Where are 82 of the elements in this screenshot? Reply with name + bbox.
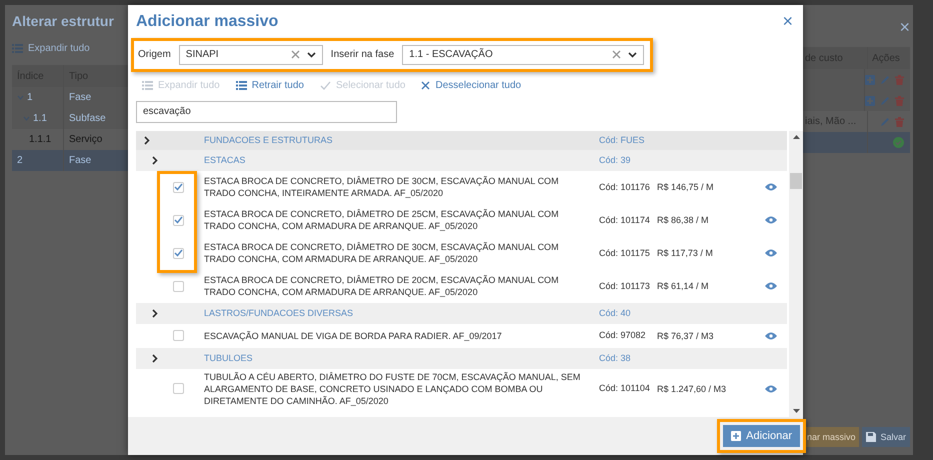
close-icon bbox=[421, 81, 430, 90]
eye-icon[interactable] bbox=[765, 332, 777, 340]
eye-icon[interactable] bbox=[765, 249, 777, 257]
chevron-down-icon[interactable] bbox=[306, 52, 316, 58]
checkbox[interactable] bbox=[173, 330, 184, 341]
close-button[interactable]: × bbox=[899, 11, 910, 43]
item-price: R$ 76,37 / M3 bbox=[657, 330, 715, 340]
chevron-right-icon[interactable] bbox=[152, 354, 158, 362]
close-button[interactable]: × bbox=[782, 11, 793, 32]
item-price: R$ 146,75 / M bbox=[657, 182, 715, 192]
eye-icon[interactable] bbox=[765, 183, 777, 191]
group-label: ESTACAS bbox=[204, 155, 246, 165]
item-description: ESTACA BROCA DE CONCRETO, DIÂMETRO DE 20CM, ESCAVAÇÃO MANUAL COM TRADO CONCHA, COM ARMADURA DE ARRANQUE. AF_05/2020 bbox=[204, 274, 560, 298]
list-icon bbox=[142, 81, 153, 90]
chevron-right-icon[interactable] bbox=[152, 156, 158, 164]
group-label: LASTROS/FUNDACOES DIVERSAS bbox=[204, 308, 354, 318]
item-code: Cód: 101104 bbox=[599, 382, 651, 395]
item-code: Cód: 101173 bbox=[599, 280, 651, 292]
chevron-right-icon[interactable] bbox=[152, 308, 158, 318]
checkbox[interactable] bbox=[173, 280, 184, 292]
item-code: Cód: 101174 bbox=[599, 214, 651, 226]
item-description: ESTACA BROCA DE CONCRETO, DIÂMETRO DE 30CM, ESCAVAÇÃO MANUAL COM TRADO CONCHA, INTEIRAMENTE ARMADA. AF_05/2020 bbox=[204, 175, 560, 199]
checkbox[interactable] bbox=[173, 248, 184, 258]
checkbox[interactable] bbox=[173, 214, 184, 226]
scroll-up-icon[interactable] bbox=[792, 134, 800, 138]
checkbox[interactable] bbox=[173, 182, 184, 192]
clear-icon bbox=[612, 50, 621, 60]
add-button[interactable]: Adicionar bbox=[723, 425, 800, 448]
select-field[interactable]: SINAPI bbox=[178, 44, 323, 65]
toolbar-button[interactable]: Desselecionar tudo bbox=[421, 80, 522, 92]
item-code: Cód: 97082 bbox=[599, 329, 647, 342]
group-row[interactable]: TUBULOES Cód: 38 bbox=[136, 348, 787, 368]
item-description: TUBULÃO A CÉU ABERTO, DIÂMETRO DO FUSTE DE 70CM, ESCAVAÇÃO MANUAL, SEM ALARGAMENTO DE BASE, CONCRETO USINADO E LANÇADO COM BOMBA OU DIRETAMENTE DO CAMINHÃO. AF_05/2020 bbox=[204, 370, 582, 406]
group-row[interactable]: LASTROS/FUNDACOES DIVERSAS Cód: 40 bbox=[136, 302, 787, 324]
scroll-down-icon[interactable] bbox=[792, 409, 800, 414]
eye-icon[interactable] bbox=[765, 384, 777, 392]
dialog-title: Adicionar massivo bbox=[136, 12, 278, 31]
select-field[interactable]: 1.1 - ESCAVAÇÃO bbox=[402, 44, 644, 65]
group-code: Cód: 38 bbox=[599, 353, 632, 363]
plus-square-icon bbox=[731, 431, 742, 442]
item-code: Cód: 101176 bbox=[599, 180, 651, 194]
expand-all-link[interactable]: Expandir tudo bbox=[28, 42, 90, 54]
type-cell-text: Subfase bbox=[68, 112, 107, 126]
item-description: ESTACA BROCA DE CONCRETO, DIÂMETRO DE 30CM, ESCAVAÇÃO MANUAL COM TRADO CONCHA, COM ARMADURA DE ARRANQUE. AF_05/2020 bbox=[204, 241, 560, 265]
eye-icon[interactable] bbox=[765, 216, 777, 224]
list-icon bbox=[236, 81, 247, 90]
item-description: ESTACA BROCA DE CONCRETO, DIÂMETRO DE 25CM, ESCAVAÇÃO MANUAL COM TRADO CONCHA, COM ARMADURA DE ARRANQUE. AF_05/2020 bbox=[204, 208, 560, 232]
clear-icon bbox=[290, 50, 300, 60]
type-cell-text: Serviço bbox=[68, 133, 104, 147]
type-cell-text: Fase bbox=[68, 154, 92, 168]
item-price: R$ 117,73 / M bbox=[657, 248, 714, 258]
group-code: Cód: FUES bbox=[599, 135, 646, 145]
checkbox[interactable] bbox=[173, 383, 184, 394]
scroll-thumb[interactable] bbox=[790, 172, 802, 188]
search-field[interactable]: escavação bbox=[136, 100, 397, 122]
index-cell: 2 bbox=[17, 155, 23, 166]
group-code: Cód: 40 bbox=[599, 308, 632, 318]
field-label: Origem bbox=[138, 49, 171, 60]
chevron-down-icon[interactable] bbox=[628, 52, 637, 58]
group-row[interactable]: ESTACAS Cód: 39 bbox=[136, 150, 787, 170]
item-price: R$ 1.247,60 / M3 bbox=[657, 384, 728, 394]
type-cell-text: Fase bbox=[68, 91, 92, 105]
check-icon bbox=[320, 81, 331, 90]
group-label: FUNDACOES E ESTRUTURAS bbox=[204, 135, 334, 145]
index-cell: 1 bbox=[27, 92, 33, 103]
item-price: R$ 61,14 / M bbox=[657, 281, 710, 291]
list-icon bbox=[12, 44, 23, 52]
index-cell: 1.1.1 bbox=[29, 134, 52, 145]
chevron-right-icon[interactable] bbox=[144, 136, 150, 144]
page-title: Alterar estrutur bbox=[12, 13, 115, 31]
save-button[interactable]: Salvar bbox=[862, 427, 910, 447]
item-price: R$ 86,38 / M bbox=[657, 215, 710, 225]
check-circle-icon bbox=[893, 137, 904, 148]
scrollbar[interactable] bbox=[789, 130, 803, 418]
item-code: Cód: 101175 bbox=[599, 246, 651, 260]
eye-icon[interactable] bbox=[765, 282, 777, 290]
item-description: ESCAVAÇÃO MANUAL DE VIGA DE BORDA PARA RADIER. AF_09/2017 bbox=[204, 330, 503, 342]
toolbar-button[interactable]: Retrair tudo bbox=[236, 80, 304, 92]
group-label: TUBULOES bbox=[204, 353, 254, 363]
field-label: Inserir na fase bbox=[330, 49, 394, 60]
index-cell: 1.1 bbox=[33, 113, 47, 124]
group-code: Cód: 39 bbox=[599, 155, 632, 165]
